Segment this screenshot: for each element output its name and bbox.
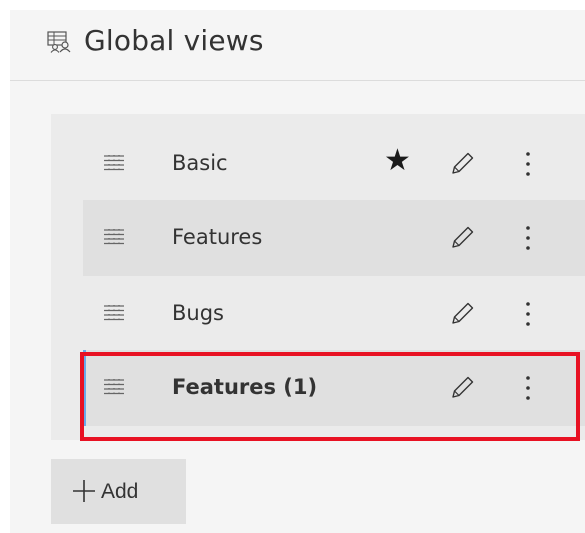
more-vertical-icon[interactable] — [524, 374, 532, 402]
view-row-features-1[interactable]: Features (1) — [83, 350, 585, 426]
view-label: Features — [172, 225, 263, 249]
pencil-icon[interactable] — [449, 301, 475, 327]
view-label: Bugs — [172, 301, 224, 325]
view-row-basic[interactable]: Basic ★ — [83, 126, 585, 202]
add-button-label: Add — [101, 480, 139, 503]
pencil-icon[interactable] — [449, 151, 475, 177]
view-label: Basic — [172, 151, 228, 175]
more-vertical-icon[interactable] — [524, 300, 532, 328]
page-title: Global views — [84, 24, 264, 57]
view-row-bugs[interactable]: Bugs — [83, 276, 585, 352]
pencil-icon[interactable] — [449, 375, 475, 401]
add-view-button[interactable]: Add — [51, 459, 186, 524]
grid-list-icon — [104, 155, 124, 171]
grid-list-icon — [104, 379, 124, 395]
view-row-features[interactable]: Features — [83, 200, 585, 276]
panel-header: Global views — [10, 10, 585, 81]
more-vertical-icon[interactable] — [524, 150, 532, 178]
grid-list-icon — [104, 229, 124, 245]
views-list: Basic ★ Features Bugs Features (1) — [51, 114, 585, 440]
pencil-icon[interactable] — [449, 225, 475, 251]
plus-icon — [73, 480, 95, 502]
star-icon[interactable]: ★ — [384, 146, 411, 176]
views-icon — [47, 31, 71, 53]
global-views-panel: Global views Basic ★ Features Bugs Featu… — [10, 10, 585, 533]
view-label: Features (1) — [172, 375, 318, 399]
selection-accent — [83, 350, 86, 426]
grid-list-icon — [104, 305, 124, 321]
more-vertical-icon[interactable] — [524, 224, 532, 252]
